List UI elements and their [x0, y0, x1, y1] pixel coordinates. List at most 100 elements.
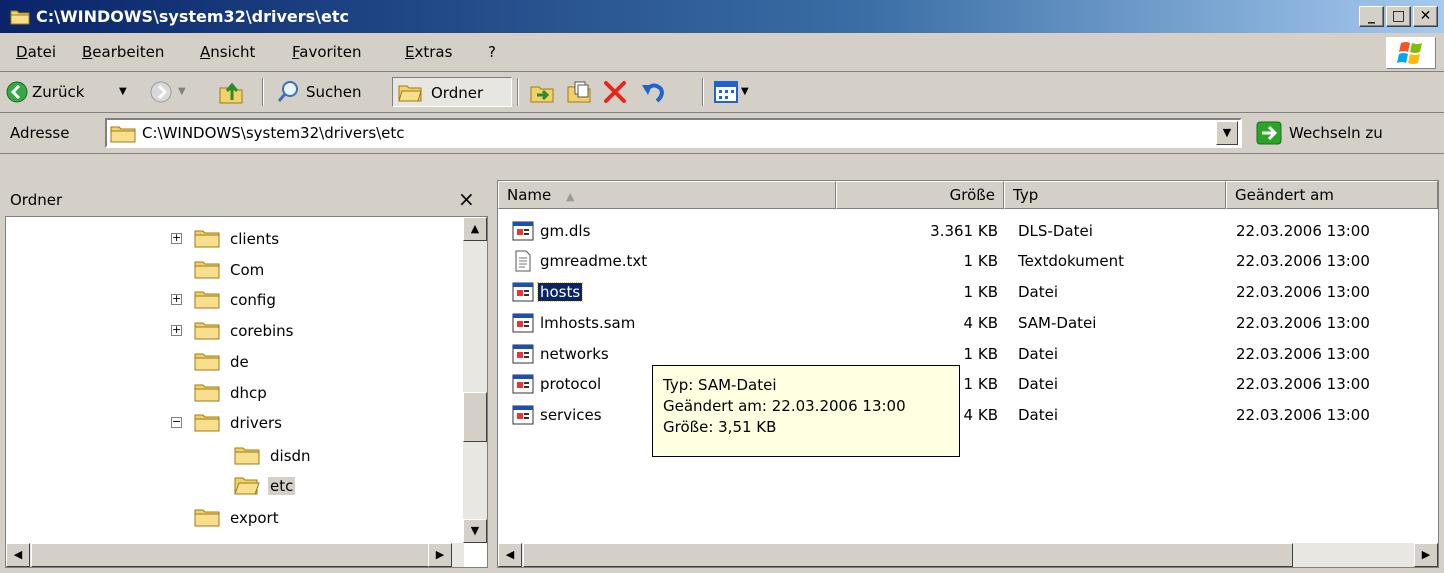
- file-row-gmreadme-txt[interactable]: gmreadme.txt 1 KB Textdokument 22.03.200…: [512, 247, 1432, 277]
- file-modified: 22.03.2006 13:00: [1236, 252, 1370, 270]
- file-row-hosts[interactable]: hosts 1 KB Datei 22.03.2006 13:00: [512, 278, 1432, 308]
- file-type: Textdokument: [1018, 252, 1124, 270]
- file-type: SAM-Datei: [1018, 314, 1097, 332]
- maximize-button[interactable]: □: [1386, 6, 1411, 27]
- undo-icon: [640, 79, 666, 109]
- title-bar[interactable]: C:\WINDOWS\system32\drivers\etc _ □ ✕: [0, 0, 1444, 33]
- scroll-right-button[interactable]: ▶: [428, 543, 452, 567]
- file-row-gm-dls[interactable]: gm.dls 3.361 KB DLS-Datei 22.03.2006 13:…: [512, 217, 1432, 247]
- back-arrow-icon: [6, 81, 28, 107]
- menu-extras[interactable]: Extras: [405, 43, 452, 61]
- back-label: Zurück: [32, 83, 85, 101]
- tree-item-dhcp[interactable]: dhcp: [6, 379, 461, 407]
- tree-item-clients[interactable]: + clients: [6, 225, 461, 253]
- scroll-thumb[interactable]: [523, 543, 1293, 567]
- file-name: networks: [540, 345, 609, 363]
- file-name: gm.dls: [540, 222, 591, 240]
- expand-plus-icon[interactable]: +: [171, 293, 182, 305]
- column-header-modified[interactable]: Geändert am: [1226, 181, 1438, 209]
- tree-item-corebins[interactable]: + corebins: [6, 317, 461, 345]
- folder-icon: [398, 81, 422, 107]
- folders-label: Ordner: [431, 84, 484, 102]
- file-name: lmhosts.sam: [540, 314, 636, 332]
- tree-item-label: clients: [230, 230, 280, 248]
- scroll-left-button[interactable]: ◀: [6, 543, 30, 567]
- tree-item-label: drivers: [230, 414, 282, 432]
- undo-button[interactable]: [638, 77, 668, 107]
- system-file-icon: [512, 343, 534, 369]
- search-label: Suchen: [306, 83, 362, 101]
- views-button[interactable]: ▼: [712, 77, 756, 107]
- scroll-right-button[interactable]: ▶: [1414, 543, 1438, 567]
- folder-tree: + clients Com + config + corebins de dhc…: [5, 216, 488, 568]
- go-arrow-icon: [1256, 121, 1282, 149]
- tree-item-com[interactable]: Com: [6, 256, 461, 284]
- open-folder-icon: [234, 475, 260, 499]
- column-header-type[interactable]: Typ: [1004, 181, 1226, 209]
- delete-x-icon: [602, 79, 628, 109]
- folders-button[interactable]: Ordner: [392, 77, 512, 107]
- minimize-button[interactable]: _: [1359, 6, 1384, 27]
- file-row-lmhosts-sam[interactable]: lmhosts.sam 4 KB SAM-Datei 22.03.2006 13…: [512, 309, 1432, 339]
- file-modified: 22.03.2006 13:00: [1236, 406, 1370, 424]
- chevron-down-icon: ▼: [119, 86, 127, 97]
- menu-ansicht[interactable]: Ansicht: [200, 43, 255, 61]
- delete-button[interactable]: [600, 77, 630, 107]
- file-modified: 22.03.2006 13:00: [1236, 283, 1370, 301]
- chevron-right-icon: ▶: [1421, 548, 1431, 561]
- tree-item-disdn[interactable]: disdn: [6, 442, 461, 470]
- tree-horizontal-scrollbar[interactable]: ◀ ▶: [6, 543, 464, 567]
- scroll-down-button[interactable]: ▼: [463, 519, 487, 543]
- column-header-name[interactable]: Name ▲: [498, 181, 836, 209]
- tree-vertical-scrollbar[interactable]: ▲ ▼: [463, 217, 487, 543]
- menu-datei[interactable]: Datei: [16, 43, 56, 61]
- tree-item-etc[interactable]: etc: [6, 472, 461, 500]
- file-modified: 22.03.2006 13:00: [1236, 345, 1370, 363]
- menu-bearbeiten[interactable]: Bearbeiten: [82, 43, 164, 61]
- scroll-thumb[interactable]: [463, 392, 487, 442]
- scroll-thumb[interactable]: [31, 543, 429, 567]
- tree-item-drivers[interactable]: − drivers: [6, 409, 461, 437]
- toolbar-separator: [262, 78, 264, 106]
- copy-to-button[interactable]: [564, 77, 594, 107]
- address-dropdown-button[interactable]: ▼: [1216, 121, 1238, 145]
- tree-item-de[interactable]: de: [6, 348, 461, 376]
- tooltip-size: Größe: 3,51 KB: [663, 418, 777, 436]
- close-button[interactable]: ✕: [1413, 6, 1438, 27]
- scroll-up-button[interactable]: ▲: [463, 217, 487, 241]
- address-input[interactable]: [142, 124, 1192, 142]
- file-row-services[interactable]: services 4 KB Datei 22.03.2006 13:00: [512, 401, 1432, 431]
- column-header-size[interactable]: Größe: [836, 181, 1004, 209]
- back-button[interactable]: Zurück ▼: [6, 77, 146, 107]
- file-size: 1 KB: [963, 252, 998, 270]
- search-button[interactable]: Suchen: [274, 77, 384, 107]
- tree-item-label: corebins: [230, 322, 294, 340]
- scroll-left-button[interactable]: ◀: [498, 543, 522, 567]
- tree-item-label: dhcp: [230, 384, 267, 402]
- go-button[interactable]: Wechseln zu: [1252, 118, 1437, 148]
- address-box[interactable]: ▼: [105, 118, 1242, 148]
- explorer-window: C:\WINDOWS\system32\drivers\etc _ □ ✕ Da…: [0, 0, 1444, 573]
- list-horizontal-scrollbar[interactable]: ◀ ▶: [498, 543, 1438, 567]
- address-label: Adresse: [10, 124, 70, 142]
- file-info-tooltip: Typ: SAM-Datei Geändert am: 22.03.2006 1…: [652, 365, 960, 457]
- tree-item-label: export: [230, 509, 279, 527]
- tree-item-config[interactable]: + config: [6, 286, 461, 314]
- collapse-minus-icon[interactable]: −: [171, 416, 182, 428]
- file-row-protocol[interactable]: protocol 1 KB Datei 22.03.2006 13:00: [512, 370, 1432, 400]
- expand-plus-icon[interactable]: +: [171, 324, 182, 336]
- folder-pane-close-button[interactable]: ×: [458, 187, 475, 211]
- menu-favoriten[interactable]: Favoriten: [292, 43, 361, 61]
- tree-item-export[interactable]: export: [6, 504, 461, 532]
- tree-item-label: de: [230, 353, 249, 371]
- forward-button[interactable]: ▼: [150, 77, 196, 107]
- file-type: DLS-Datei: [1018, 222, 1093, 240]
- system-file-icon: [512, 281, 534, 307]
- move-to-button[interactable]: [527, 77, 557, 107]
- file-row-networks[interactable]: networks 1 KB Datei 22.03.2006 13:00: [512, 340, 1432, 370]
- address-bar: Adresse ▼ Wechseln zu: [0, 113, 1444, 154]
- system-file-icon: [512, 312, 534, 338]
- up-folder-button[interactable]: [215, 77, 247, 107]
- menu-help[interactable]: ?: [488, 43, 496, 61]
- expand-plus-icon[interactable]: +: [171, 232, 182, 244]
